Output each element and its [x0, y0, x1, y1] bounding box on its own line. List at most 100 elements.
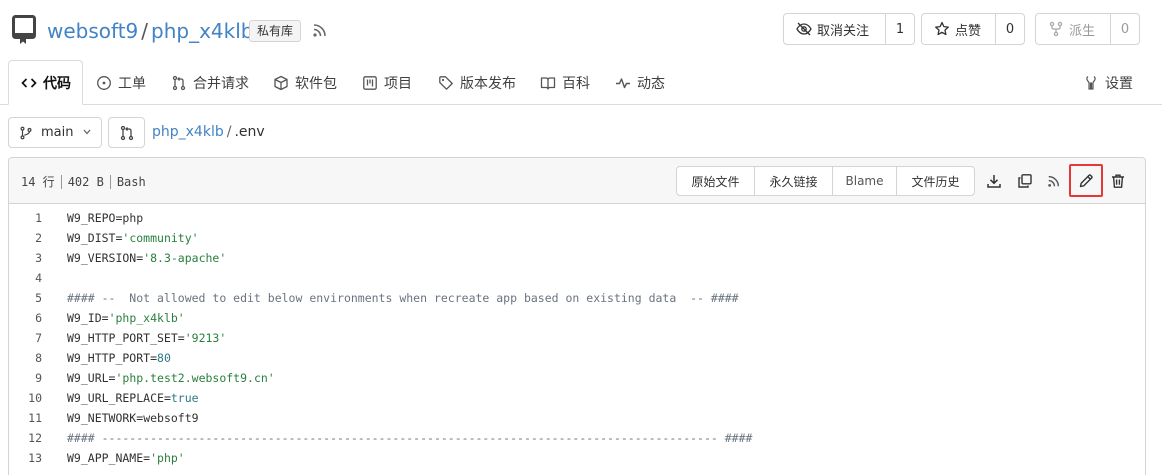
line-number[interactable]: 6 [9, 308, 42, 328]
package-icon [274, 75, 288, 90]
project-icon [363, 75, 377, 90]
line-number[interactable]: 10 [9, 388, 42, 408]
tools-icon [1086, 75, 1096, 90]
line-number[interactable]: 2 [9, 228, 42, 248]
code-value: 80 [157, 351, 171, 365]
copy-button[interactable] [1015, 171, 1035, 191]
breadcrumb: php_x4klb / .env [152, 123, 265, 141]
repo-tabs: 代码 工单 合并请求 软件包 项目 版本发布 百科 动态 设置 [0, 60, 1162, 105]
code-content: W9_REPO=php [67, 208, 143, 228]
rss-button[interactable] [1044, 171, 1064, 191]
tag-icon [439, 75, 453, 90]
file-info: 14 行 402 B Bash [21, 173, 146, 190]
line-number[interactable]: 1 [9, 208, 42, 228]
repo-title-separator: / [141, 19, 149, 43]
line-number[interactable]: 7 [9, 328, 42, 348]
code-operator: = [101, 311, 109, 325]
unwatch-button-group[interactable]: 取消关注 1 [783, 13, 915, 45]
code-value: php [122, 211, 144, 225]
code-value: 'php.test2.websoft9.cn' [115, 371, 275, 385]
pull-request-icon [172, 75, 186, 90]
tab-issues[interactable]: 工单 [96, 60, 146, 105]
code-line: 11 W9_NETWORK=websoft9 [9, 408, 1145, 428]
code-line: 12 #### ---------------------------------… [9, 428, 1145, 448]
code-content: W9_HTTP_PORT_SET='9213' [67, 328, 226, 348]
pulse-icon [616, 77, 630, 88]
tab-releases-label: 版本发布 [460, 75, 516, 92]
tab-activity[interactable]: 动态 [615, 60, 665, 105]
branch-icon [20, 126, 32, 139]
unwatch-button[interactable]: 取消关注 [784, 14, 886, 44]
code-line: 13 W9_APP_NAME='php' [9, 448, 1145, 468]
breadcrumb-repo-link[interactable]: php_x4klb [152, 124, 224, 140]
code-content: W9_URL_REPLACE=true [67, 388, 199, 408]
code-icon [21, 77, 37, 88]
repo-header: websoft9/php_x4klb 私有库 取消关注 1 点赞 0 派生 0 [0, 0, 1162, 60]
code-content: W9_APP_NAME='php' [67, 448, 185, 468]
line-number[interactable]: 12 [9, 428, 42, 448]
fork-icon [1049, 21, 1063, 37]
code-content: #### -----------------------------------… [67, 428, 752, 448]
code-value: 'community' [122, 231, 199, 245]
rss-icon [1048, 175, 1060, 187]
fork-button-group[interactable]: 派生 0 [1035, 13, 1140, 45]
fork-label: 派生 [1069, 23, 1096, 39]
private-badge: 私有库 [249, 20, 302, 42]
permalink-button[interactable]: 永久链接 [755, 167, 833, 195]
delete-button[interactable] [1108, 171, 1128, 191]
code-comment: #### -- Not allowed to edit below enviro… [67, 291, 739, 305]
eye-slash-icon [796, 22, 812, 36]
compare-button[interactable] [108, 117, 145, 148]
code-line: 8 W9_HTTP_PORT=80 [9, 348, 1145, 368]
code-operator: = [177, 331, 185, 345]
star-icon [935, 21, 949, 36]
line-number[interactable]: 11 [9, 408, 42, 428]
pull-request-icon [120, 125, 133, 140]
tab-wiki-label: 百科 [562, 75, 590, 92]
line-number[interactable]: 8 [9, 348, 42, 368]
star-button[interactable]: 点赞 [922, 14, 996, 44]
code-content: W9_DIST='community' [67, 228, 199, 248]
repo-owner-link[interactable]: websoft9 [47, 19, 138, 43]
code-key: W9_URL_REPLACE [67, 391, 164, 405]
branch-selector[interactable]: main [8, 117, 102, 148]
tab-wiki[interactable]: 百科 [540, 60, 590, 105]
code-line: 5 #### -- Not allowed to edit below envir… [9, 288, 1145, 308]
line-number[interactable]: 4 [9, 268, 42, 288]
star-count[interactable]: 0 [996, 14, 1024, 44]
line-number[interactable]: 9 [9, 368, 42, 388]
code-content: W9_VERSION='8.3-apache' [67, 248, 226, 268]
tab-code[interactable]: 代码 [8, 60, 83, 105]
edit-button[interactable] [1076, 171, 1096, 191]
tab-projects[interactable]: 项目 [362, 60, 412, 105]
star-button-group[interactable]: 点赞 0 [921, 13, 1025, 45]
code-content: #### -- Not allowed to edit below enviro… [67, 288, 739, 308]
rss-icon[interactable] [312, 22, 328, 38]
tab-settings[interactable]: 设置 [1083, 60, 1133, 105]
repo-name-link[interactable]: php_x4klb [151, 19, 253, 43]
code-key: W9_DIST [67, 231, 116, 245]
copy-icon [1018, 174, 1032, 188]
download-button[interactable] [984, 171, 1004, 191]
raw-file-button[interactable]: 原始文件 [677, 167, 755, 195]
watch-count[interactable]: 1 [886, 14, 914, 44]
fork-count[interactable]: 0 [1111, 14, 1139, 44]
code-value: '9213' [184, 331, 227, 345]
tab-packages[interactable]: 软件包 [273, 60, 337, 105]
code-content: W9_HTTP_PORT=80 [67, 348, 171, 368]
branch-name: main [41, 125, 74, 140]
tab-projects-label: 项目 [384, 75, 412, 92]
file-history-button[interactable]: 文件历史 [897, 167, 974, 195]
line-number[interactable]: 3 [9, 248, 42, 268]
file-info-divider [109, 174, 111, 189]
tab-activity-label: 动态 [637, 75, 665, 92]
blame-button[interactable]: Blame [833, 167, 897, 195]
tab-pull-requests[interactable]: 合并请求 [171, 60, 249, 105]
tab-issues-label: 工单 [118, 75, 146, 92]
line-number[interactable]: 5 [9, 288, 42, 308]
code-key: W9_REPO [67, 211, 116, 225]
tab-releases[interactable]: 版本发布 [438, 60, 516, 105]
fork-button[interactable]: 派生 [1036, 14, 1111, 44]
code-line: 4 [9, 268, 1145, 288]
line-number[interactable]: 13 [9, 448, 42, 468]
